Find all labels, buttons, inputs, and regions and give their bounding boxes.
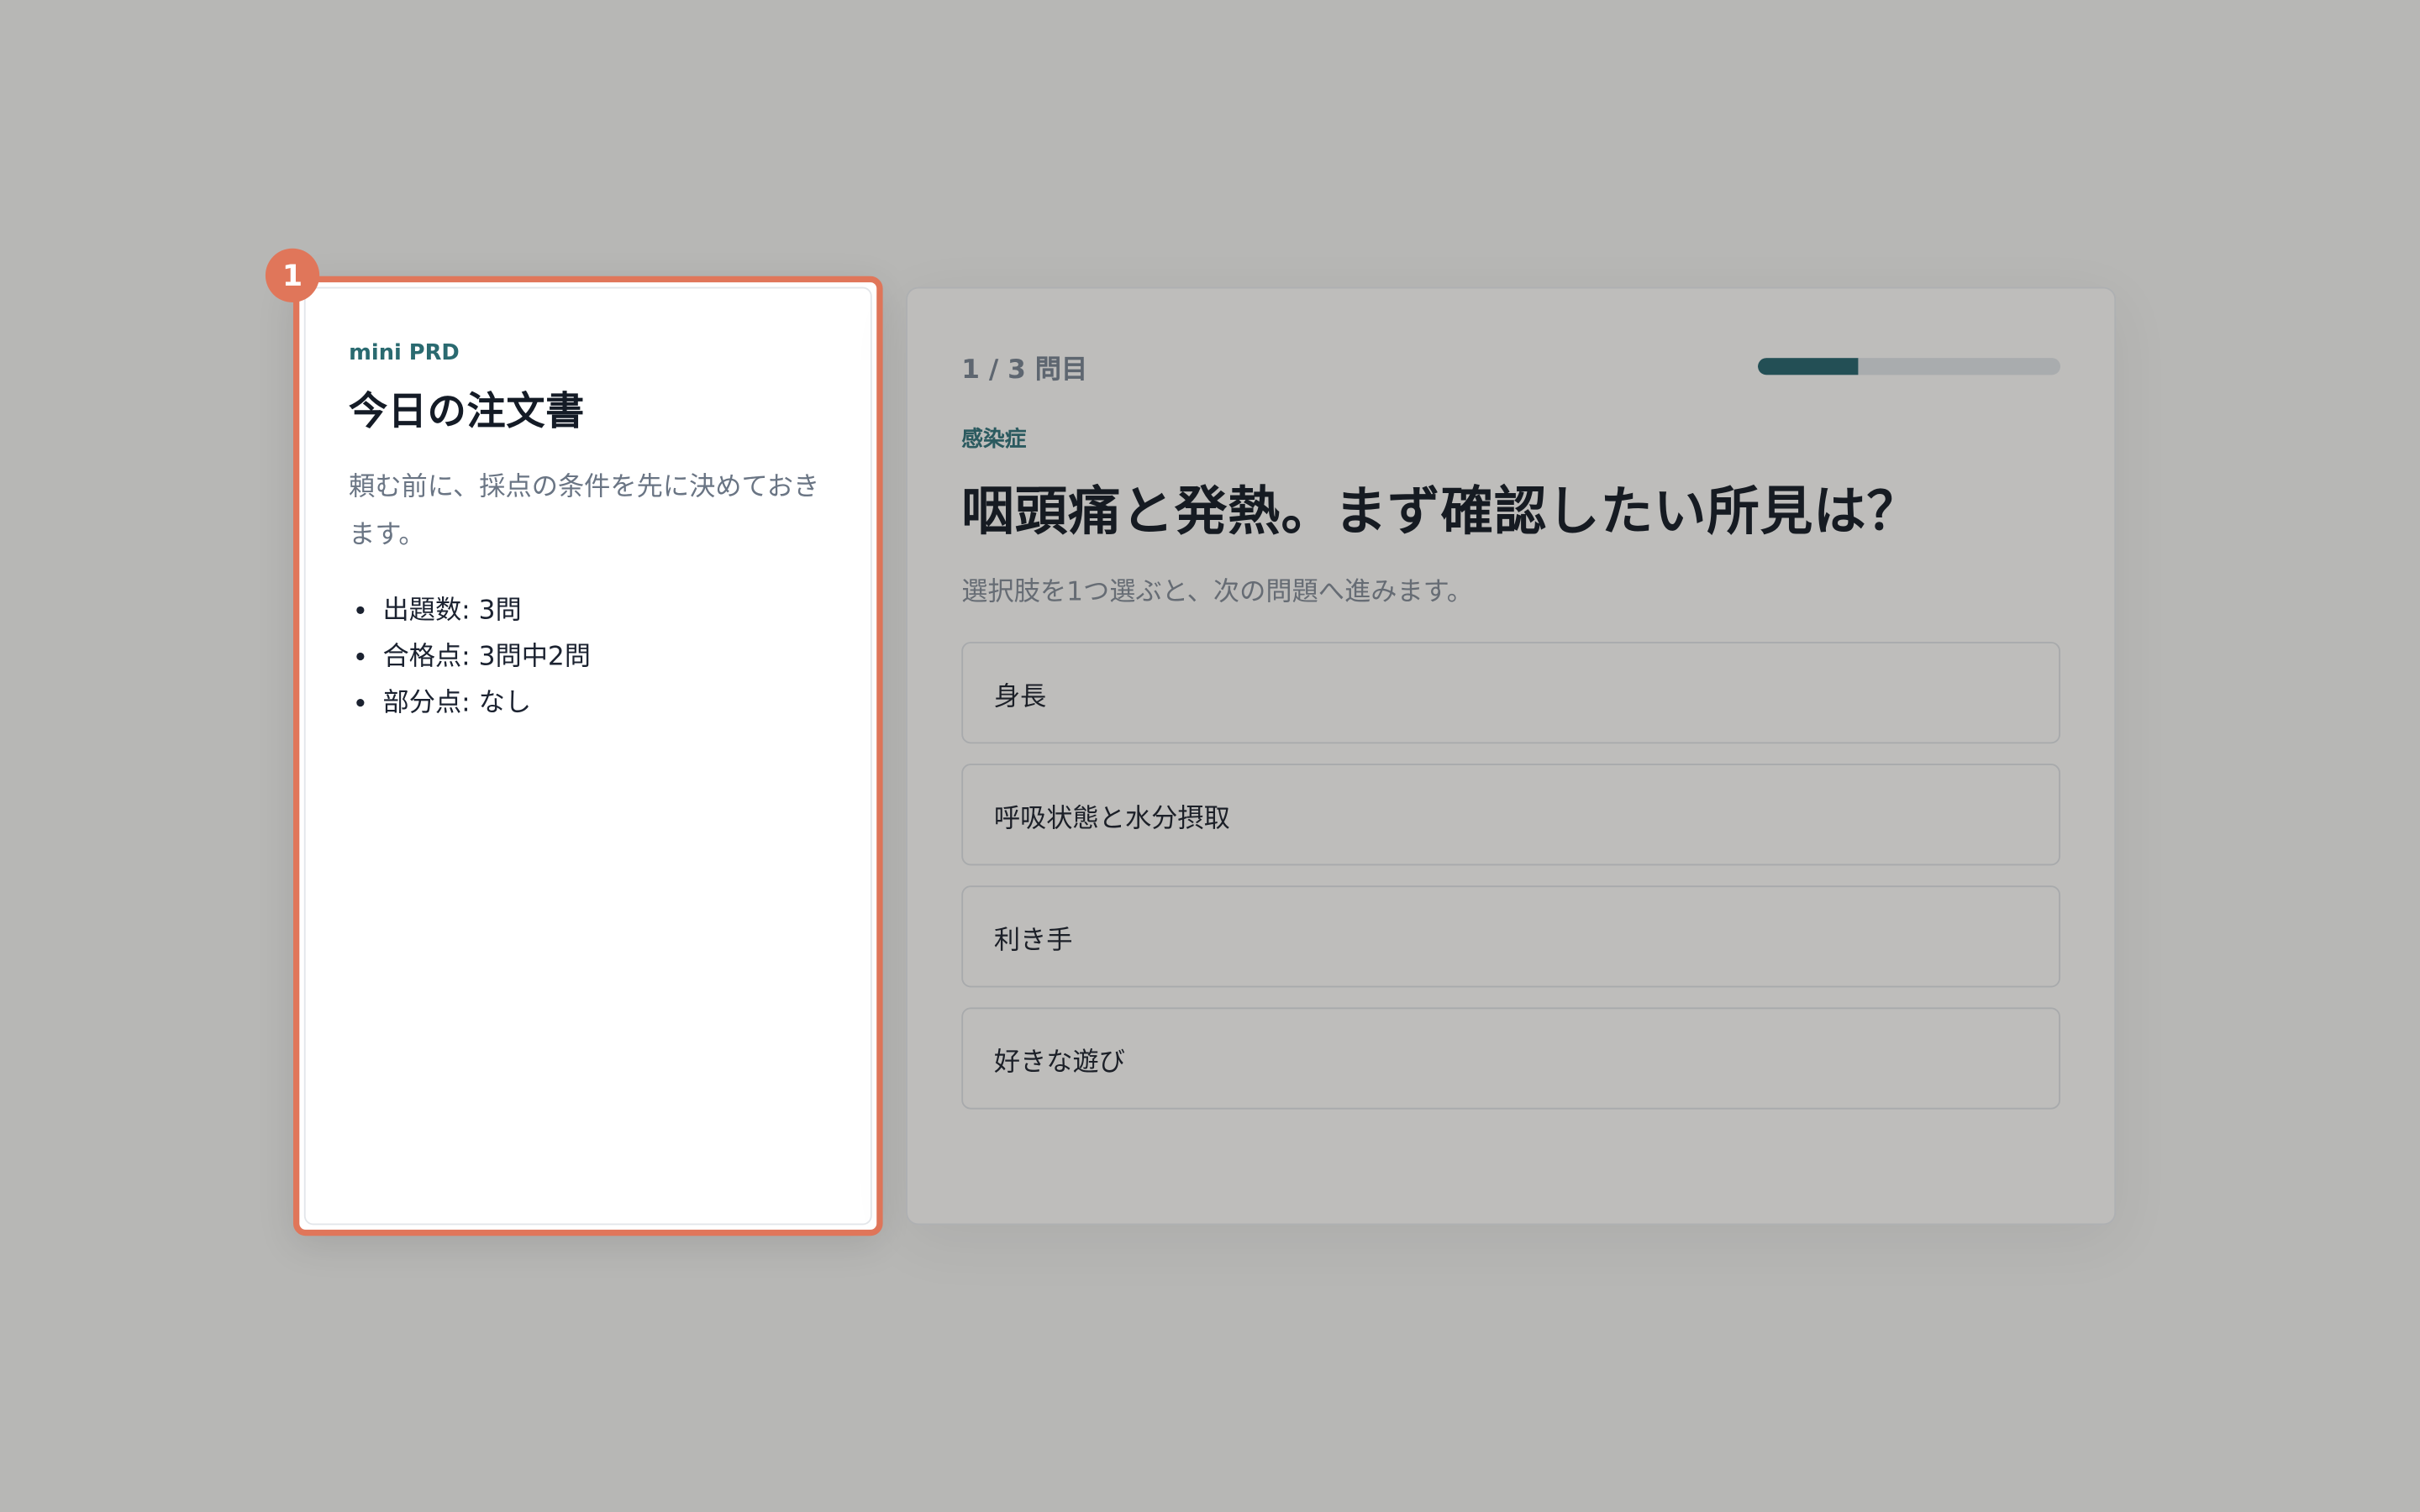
prd-kicker: mini PRD	[349, 340, 460, 366]
question-text: 咽頭痛と発熱。まず確認したい所見は？	[961, 481, 1920, 543]
question-counter: 1 / 3 問目	[961, 354, 1088, 386]
prd-description: 頼む前に、採点の条件を先に決めておきます。	[349, 472, 820, 551]
prd-card-highlight: mini PRD 今日の注文書 頼む前に、採点の条件を先に決めておきます。 出題…	[292, 276, 883, 1236]
prd-title: 今日の注文書	[349, 388, 586, 434]
prd-criteria-pass-score: 合格点: 3問中2問	[383, 634, 828, 680]
step-badge-number: 1	[281, 258, 303, 293]
quiz-header: 1 / 3 問目	[961, 347, 2060, 386]
progress-bar	[1758, 357, 2060, 375]
prd-criteria-partial-score: 部分点: なし	[383, 680, 828, 727]
question-category: 感染症	[961, 427, 1027, 453]
answer-option-favorite-play[interactable]: 好きな遊び	[961, 1007, 2060, 1110]
question-instruction: 選択肢を1つ選ぶと、次の問題へ進みます。	[961, 576, 1474, 608]
screen: 1 mini PRD 今日の注文書 頼む前に、採点の条件を先に決めておきます。 …	[0, 0, 2420, 1512]
answer-options: 身長 呼吸状態と水分摂取 利き手 好きな遊び	[961, 642, 2060, 1110]
step-badge: 1	[265, 248, 320, 302]
answer-option-handedness[interactable]: 利き手	[961, 885, 2060, 988]
progress-bar-fill	[1758, 357, 1859, 375]
quiz-panel: 1 / 3 問目 感染症 咽頭痛と発熱。まず確認したい所見は？ 選択肢を1つ選ぶ…	[906, 286, 2117, 1226]
answer-option-height[interactable]: 身長	[961, 642, 2060, 744]
answer-option-breathing-hydration[interactable]: 呼吸状態と水分摂取	[961, 764, 2060, 866]
prd-criteria-list: 出題数: 3問 合格点: 3問中2問 部分点: なし	[349, 588, 827, 727]
prd-card: mini PRD 今日の注文書 頼む前に、採点の条件を先に決めておきます。 出題…	[303, 286, 872, 1226]
prd-criteria-question-count: 出題数: 3問	[383, 588, 828, 634]
